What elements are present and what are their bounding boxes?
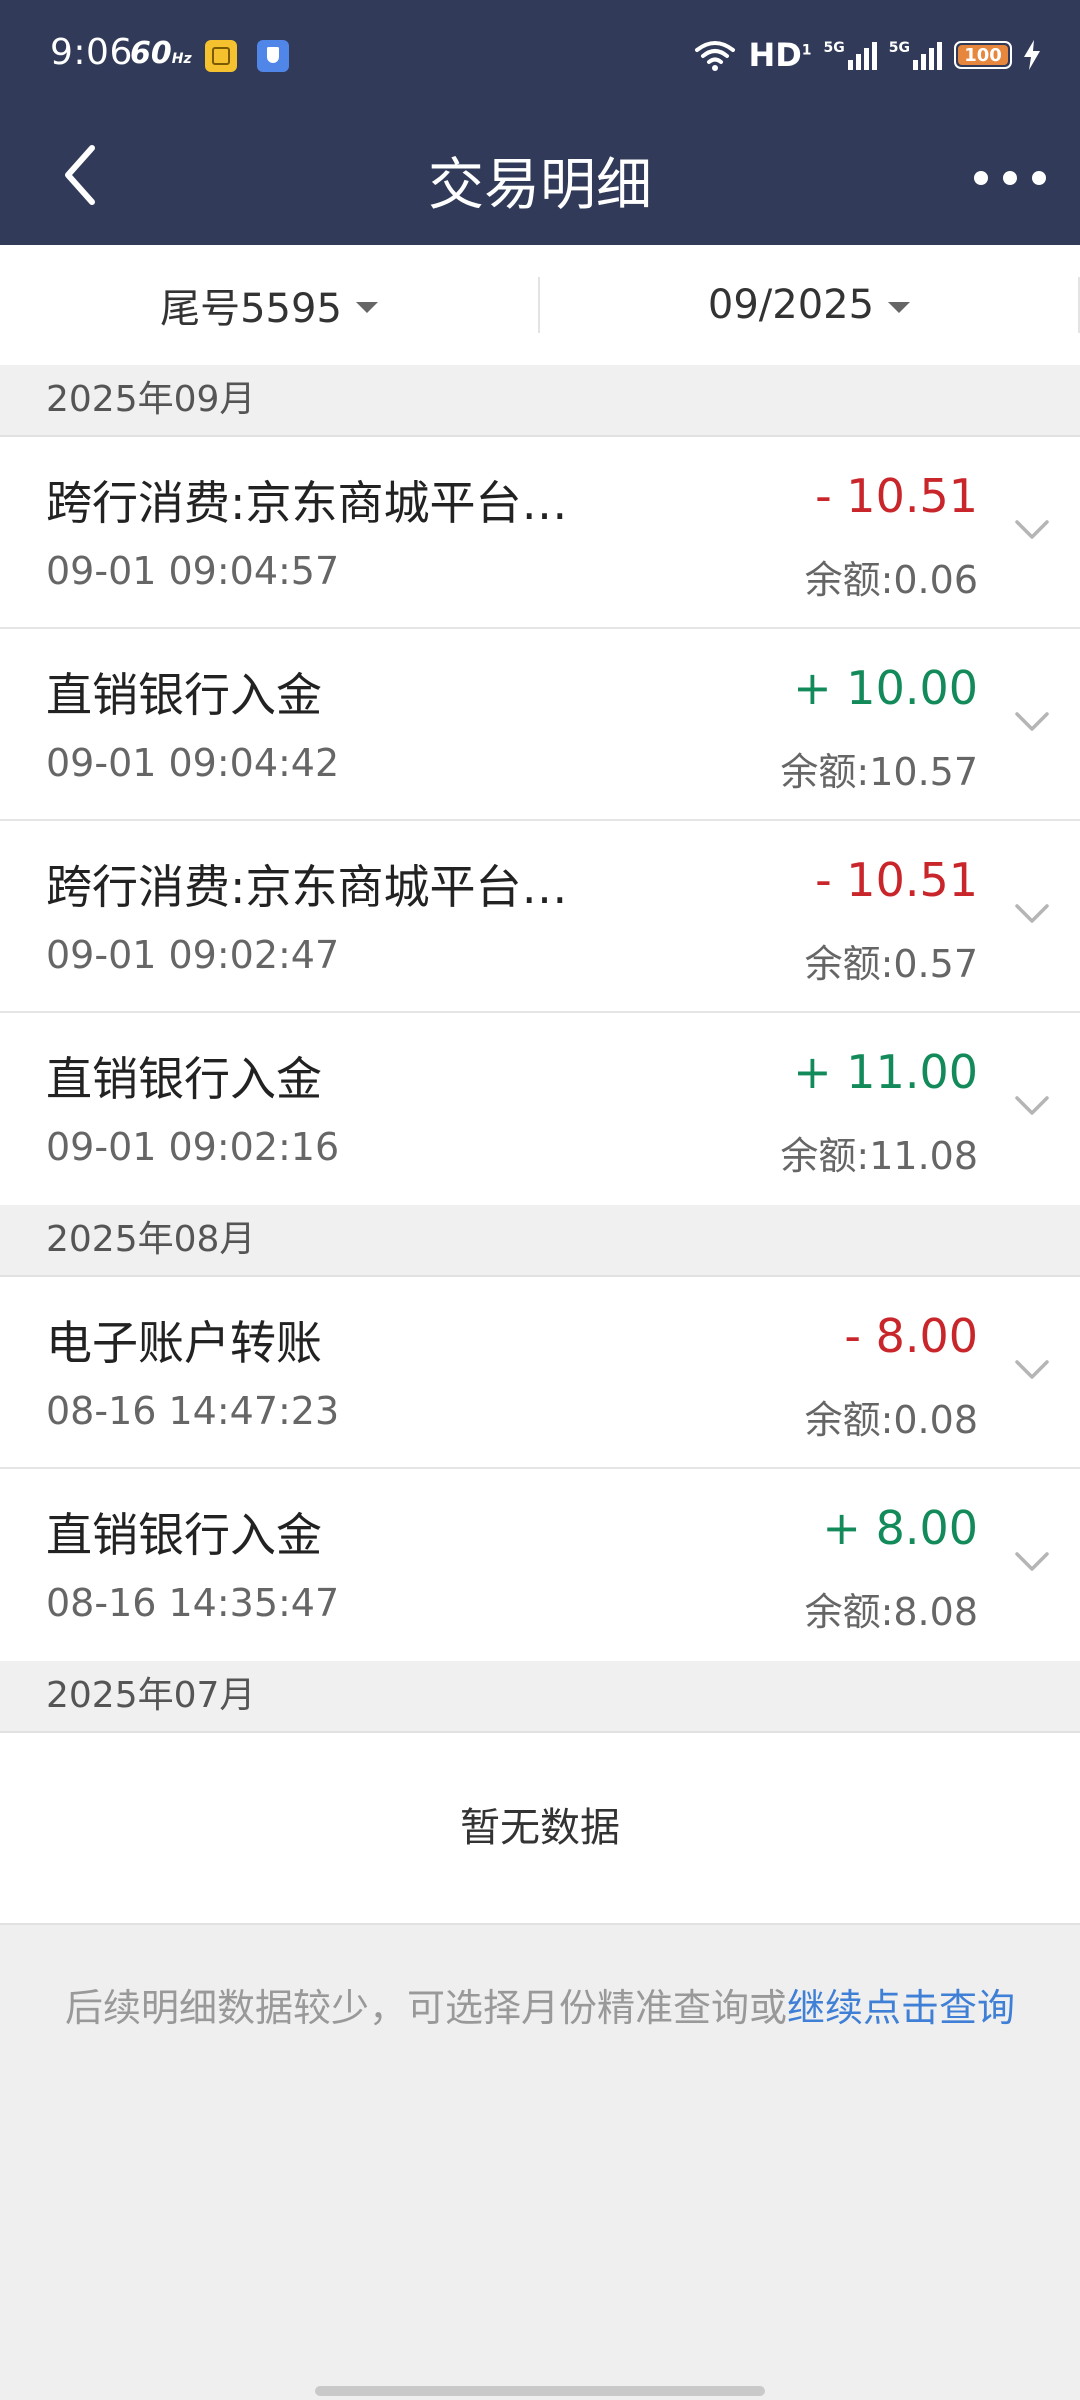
- more-dot-icon: [1032, 170, 1046, 185]
- transaction-balance: 余额:0.08: [804, 1398, 978, 1442]
- page-title: 交易明细: [428, 153, 652, 218]
- transaction-title: 电子账户转账: [46, 1316, 322, 1370]
- transaction-time: 09-01 09:04:57: [46, 549, 340, 593]
- status-bar: 9:06 60Hz HD1 5G 5G 100: [0, 0, 1080, 110]
- transaction-time: 09-01 09:02:16: [46, 1125, 340, 1169]
- status-indicators: HD1 5G 5G 100: [694, 34, 1040, 76]
- refresh-rate: 60Hz: [130, 36, 192, 71]
- chevron-down-icon[interactable]: [1014, 903, 1050, 925]
- footer-note-text: 后续明细数据较少，可选择月份精准查询或: [64, 1986, 787, 2030]
- continue-query-link[interactable]: 继续点击查询: [787, 1986, 1015, 2030]
- transaction-time: 09-01 09:02:47: [46, 933, 340, 977]
- transaction-row[interactable]: 直销银行入金 09-01 09:02:16 + 11.00 余额:11.08: [0, 1013, 1080, 1205]
- transaction-time: 08-16 14:35:47: [46, 1581, 340, 1625]
- transaction-time: 08-16 14:47:23: [46, 1389, 340, 1433]
- account-filter-label: 尾号5595: [160, 286, 342, 332]
- transaction-row[interactable]: 直销银行入金 08-16 14:35:47 + 8.00 余额:8.08: [0, 1469, 1080, 1661]
- transaction-title: 直销银行入金: [46, 668, 322, 722]
- status-time: 9:06: [50, 32, 133, 73]
- transaction-row[interactable]: 跨行消费:京东商城平台… 09-01 09:04:57 - 10.51 余额:0…: [0, 437, 1080, 629]
- signal-icon: 5G: [824, 40, 877, 70]
- transaction-amount: - 10.51: [815, 469, 978, 523]
- sim2-label: 5G: [888, 40, 910, 56]
- clipboard-app-icon: [205, 40, 237, 72]
- chevron-down-icon[interactable]: [1014, 1551, 1050, 1573]
- home-indicator[interactable]: [315, 2386, 765, 2396]
- transaction-amount: + 10.00: [793, 661, 978, 715]
- transaction-amount: + 11.00: [793, 1045, 978, 1099]
- shield-app-icon: [257, 40, 289, 72]
- transaction-list: 2025年09月 跨行消费:京东商城平台… 09-01 09:04:57 - 1…: [0, 365, 1080, 2032]
- transaction-balance: 余额:11.08: [780, 1134, 978, 1178]
- chevron-down-icon[interactable]: [1014, 1095, 1050, 1117]
- month-header: 2025年07月: [0, 1661, 1080, 1733]
- month-header: 2025年08月: [0, 1205, 1080, 1277]
- transaction-row[interactable]: 跨行消费:京东商城平台… 09-01 09:02:47 - 10.51 余额:0…: [0, 821, 1080, 1013]
- transaction-row[interactable]: 直销银行入金 09-01 09:04:42 + 10.00 余额:10.57: [0, 629, 1080, 821]
- signal-icon-2: 5G: [889, 40, 942, 70]
- transaction-time: 09-01 09:04:42: [46, 741, 340, 785]
- transaction-title: 跨行消费:京东商城平台…: [46, 476, 568, 530]
- month-header: 2025年09月: [0, 365, 1080, 437]
- transaction-amount: - 8.00: [844, 1309, 978, 1363]
- chevron-down-icon[interactable]: [1014, 519, 1050, 541]
- battery-level: 100: [964, 44, 1002, 66]
- chevron-down-icon[interactable]: [1014, 1359, 1050, 1381]
- caret-down-icon: [355, 301, 378, 313]
- empty-state: 暂无数据: [0, 1733, 1080, 1925]
- more-dot-icon: [974, 170, 988, 185]
- footer-note: 后续明细数据较少，可选择月份精准查询或继续点击查询: [0, 1925, 1080, 2032]
- transaction-amount: + 8.00: [822, 1501, 978, 1555]
- account-filter[interactable]: 尾号5595: [0, 245, 538, 365]
- transaction-title: 直销银行入金: [46, 1052, 322, 1106]
- month-filter-label: 09/2025: [707, 282, 875, 328]
- chevron-down-icon[interactable]: [1014, 711, 1050, 733]
- transaction-title: 直销银行入金: [46, 1508, 322, 1562]
- more-dot-icon: [1003, 170, 1017, 185]
- transaction-balance: 余额:10.57: [780, 750, 978, 794]
- caret-down-icon: [888, 301, 911, 313]
- app-header: 交易明细: [0, 110, 1080, 245]
- wifi-icon: [695, 41, 736, 71]
- more-button[interactable]: [970, 155, 1050, 200]
- refresh-rate-value: 60: [130, 36, 172, 71]
- transaction-balance: 余额:0.57: [804, 942, 978, 986]
- sim1-label: 5G: [823, 40, 845, 56]
- month-filter[interactable]: 09/2025: [540, 245, 1078, 365]
- charging-icon: [1024, 40, 1040, 70]
- hd-label: HD: [748, 36, 802, 74]
- refresh-rate-unit: Hz: [171, 51, 192, 67]
- transaction-amount: - 10.51: [815, 853, 978, 907]
- hd-sup: 1: [801, 42, 812, 59]
- transaction-balance: 余额:8.08: [804, 1590, 978, 1634]
- transaction-title: 跨行消费:京东商城平台…: [46, 860, 568, 914]
- transaction-row[interactable]: 电子账户转账 08-16 14:47:23 - 8.00 余额:0.08: [0, 1277, 1080, 1469]
- hd-indicator: HD1: [748, 36, 811, 74]
- battery-icon: 100: [954, 41, 1012, 69]
- transaction-balance: 余额:0.06: [804, 558, 978, 602]
- filter-bar: 尾号5595 09/2025: [0, 245, 1080, 365]
